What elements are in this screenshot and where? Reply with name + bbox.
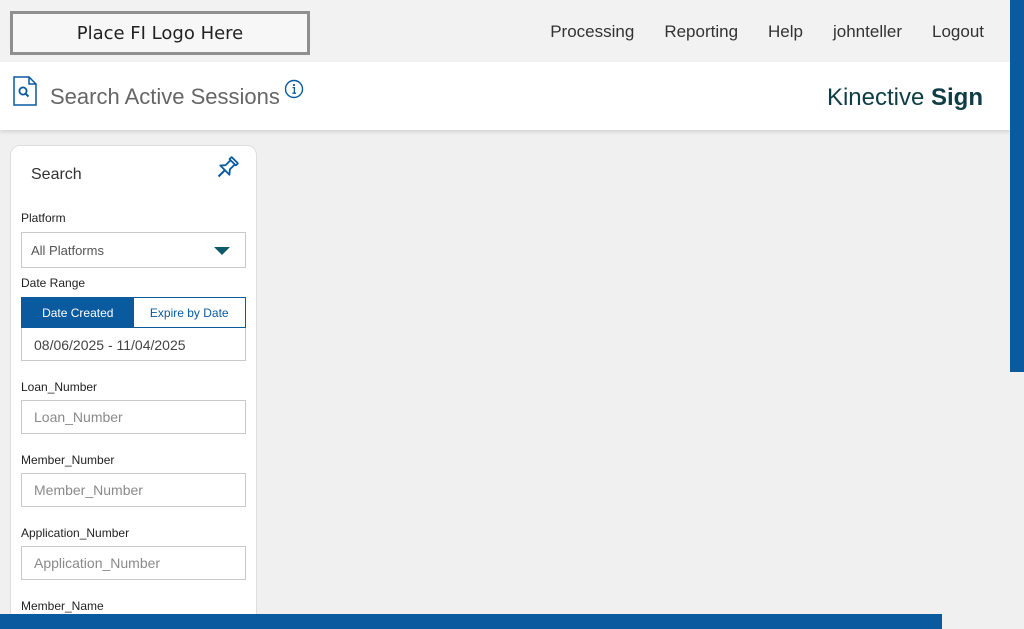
nav-help[interactable]: Help bbox=[768, 22, 803, 42]
member-number-input[interactable] bbox=[21, 473, 246, 507]
top-nav: Processing Reporting Help johnteller Log… bbox=[550, 22, 984, 42]
platform-select-value: All Platforms bbox=[31, 243, 104, 258]
member-name-label: Member_Name bbox=[21, 599, 104, 613]
top-bar: Place FI Logo Here Processing Reporting … bbox=[0, 0, 1010, 62]
nav-logout[interactable]: Logout bbox=[932, 22, 984, 42]
bottom-accent-bar bbox=[0, 614, 942, 629]
fi-logo-placeholder: Place FI Logo Here bbox=[10, 11, 310, 55]
loan-number-input[interactable] bbox=[21, 400, 246, 434]
pushpin-icon[interactable] bbox=[212, 153, 242, 183]
brand-bold: Sign bbox=[931, 84, 983, 111]
platform-select[interactable]: All Platforms bbox=[21, 232, 246, 268]
nav-reporting[interactable]: Reporting bbox=[664, 22, 738, 42]
platform-label: Platform bbox=[21, 211, 66, 225]
document-search-icon bbox=[13, 76, 37, 106]
application-number-label: Application_Number bbox=[21, 526, 130, 540]
caret-down-icon bbox=[214, 247, 230, 255]
search-panel-title: Search bbox=[31, 166, 82, 183]
brand-logo: Kinective Sign bbox=[827, 84, 983, 112]
brand-light: Kinective bbox=[826, 84, 925, 111]
page-title: Search Active Sessions bbox=[50, 84, 280, 109]
title-bar: Search Active Sessions Kinective Sign bbox=[0, 62, 1010, 130]
info-icon[interactable] bbox=[284, 79, 304, 99]
search-panel: Search Platform All Platforms Date Range… bbox=[10, 145, 257, 629]
date-range-label: Date Range bbox=[21, 276, 86, 290]
application-number-input[interactable] bbox=[21, 546, 246, 580]
loan-number-label: Loan_Number bbox=[21, 380, 98, 394]
expire-by-date-button[interactable]: Expire by Date bbox=[133, 298, 245, 327]
right-accent-bar bbox=[1010, 0, 1024, 372]
date-created-button[interactable]: Date Created bbox=[22, 298, 134, 327]
date-mode-toggle: Date Created Expire by Date bbox=[21, 297, 246, 328]
member-number-label: Member_Number bbox=[21, 453, 115, 467]
nav-processing[interactable]: Processing bbox=[550, 22, 634, 42]
nav-user[interactable]: johnteller bbox=[833, 22, 902, 42]
date-range-input[interactable]: 08/06/2025 - 11/04/2025 bbox=[21, 328, 246, 361]
